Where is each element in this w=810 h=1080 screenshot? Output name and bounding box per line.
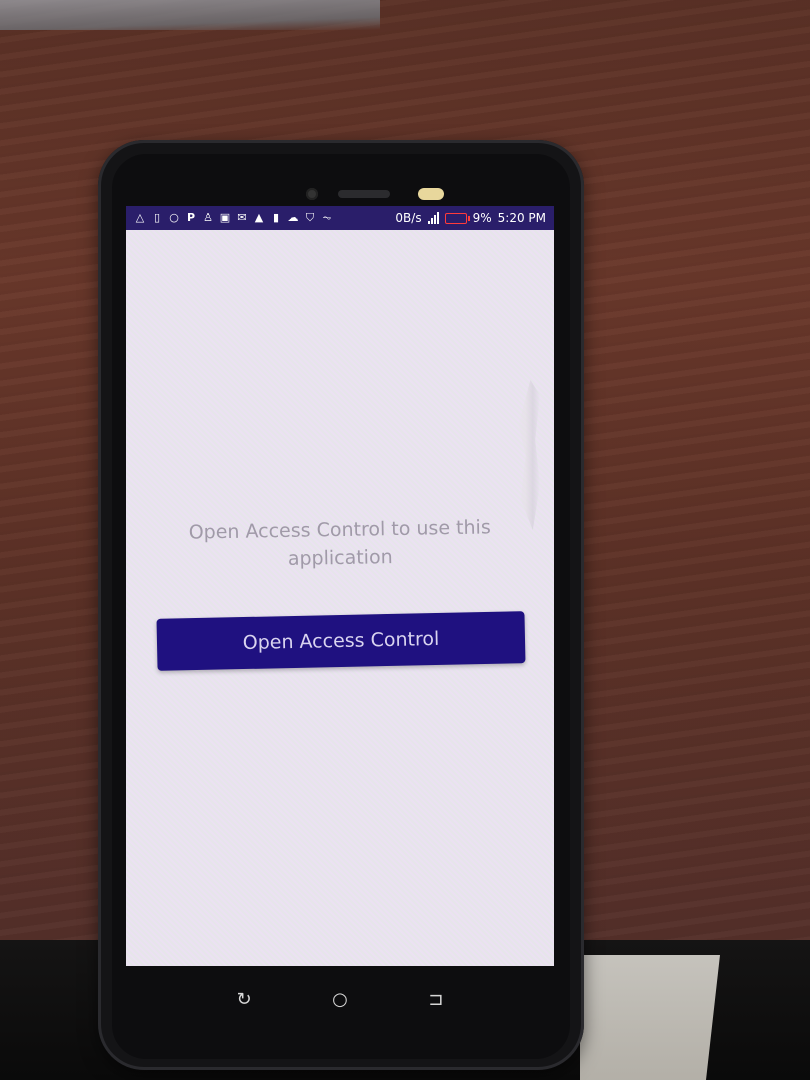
front-camera-icon bbox=[306, 188, 318, 200]
data-rate: 0B/s bbox=[395, 211, 422, 225]
instruction-message: Open Access Control to use this applicat… bbox=[188, 516, 491, 570]
status-bar: △ ▯ ○ P ♙ ▣ ✉ ▲ ▮ ☁ ⛉ ⏦ 0B/s 9% 5:20 PM bbox=[126, 206, 554, 230]
home-icon[interactable]: ○ bbox=[326, 985, 354, 1013]
chat-bubble-icon: ○ bbox=[169, 211, 179, 224]
phone: △ ▯ ○ P ♙ ▣ ✉ ▲ ▮ ☁ ⛉ ⏦ 0B/s 9% 5:20 PM … bbox=[98, 140, 584, 1070]
battery-percent: 9% bbox=[472, 211, 492, 225]
cloud-upload-icon: ☁ bbox=[287, 211, 299, 224]
sim-icon: ▯ bbox=[153, 211, 161, 224]
parking-p-icon: P bbox=[186, 211, 196, 224]
earpiece-speaker bbox=[338, 190, 390, 198]
background-object bbox=[0, 0, 380, 30]
floor-light-patch bbox=[580, 955, 720, 1080]
mail-icon: ✉ bbox=[237, 211, 247, 224]
battery-icon bbox=[444, 212, 470, 224]
open-access-control-button[interactable]: Open Access Control bbox=[156, 611, 526, 671]
recents-icon[interactable]: ⊐ bbox=[422, 985, 450, 1013]
front-flash bbox=[418, 188, 444, 200]
clock-time: 5:20 PM bbox=[497, 211, 546, 225]
back-icon[interactable]: ↻ bbox=[230, 985, 258, 1013]
warning-icon: △ bbox=[135, 211, 145, 224]
status-indicators: 0B/s 9% 5:20 PM bbox=[395, 211, 546, 225]
image-icon: ▣ bbox=[219, 211, 231, 224]
navigation-bar: ↻ ○ ⊐ bbox=[126, 966, 554, 1032]
activity-icon: ⏦ bbox=[322, 211, 332, 224]
alert-icon: ▲ bbox=[254, 211, 264, 224]
device-icon: ▮ bbox=[272, 211, 280, 224]
signal-icon bbox=[427, 212, 439, 224]
shirt-icon: ♙ bbox=[203, 211, 213, 224]
notification-icons: △ ▯ ○ P ♙ ▣ ✉ ▲ ▮ ☁ ⛉ ⏦ bbox=[134, 212, 333, 224]
shield-icon: ⛉ bbox=[305, 211, 315, 224]
phone-screen: △ ▯ ○ P ♙ ▣ ✉ ▲ ▮ ☁ ⛉ ⏦ 0B/s 9% 5:20 PM … bbox=[126, 206, 554, 966]
